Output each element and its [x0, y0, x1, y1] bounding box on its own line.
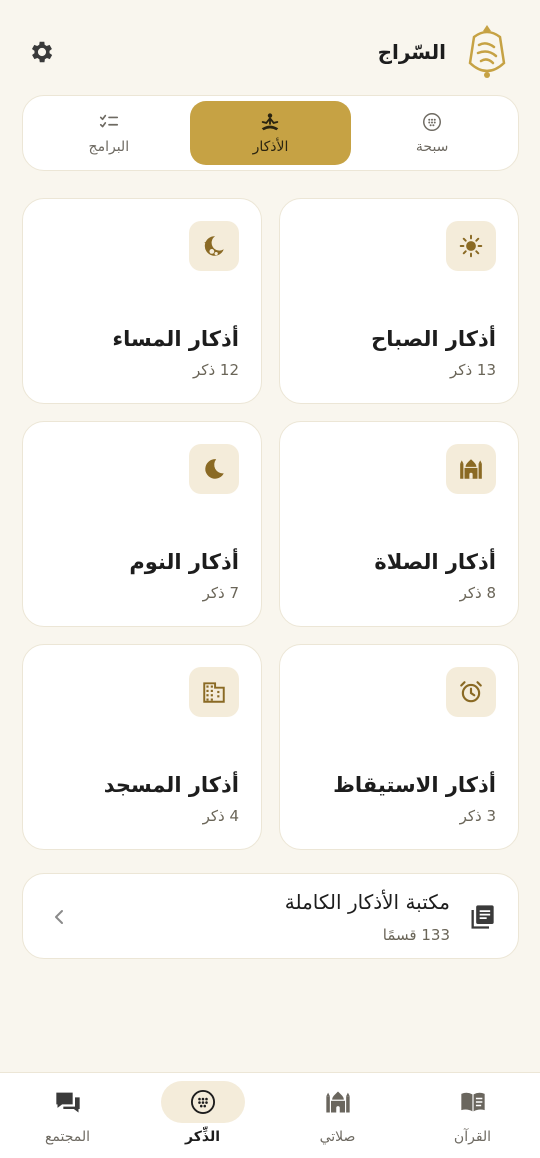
nav-label: صلاتي: [319, 1129, 356, 1145]
card-count: 3 ذكر: [459, 807, 496, 825]
library-icon: [471, 905, 494, 929]
chevron-left-icon: [55, 910, 63, 924]
tab-programs[interactable]: البرامج: [28, 101, 190, 165]
card-morning-adhkar[interactable]: أذكار الصباح 13 ذكر: [279, 198, 519, 404]
nav-pill: [160, 1081, 245, 1123]
card-count: 8 ذكر: [459, 584, 496, 602]
library-card[interactable]: مكتبة الأذكار الكاملة 133 قسمًا: [22, 873, 519, 959]
tab-tasbih-label: سبحة: [415, 139, 449, 155]
card-count: 7 ذكر: [202, 584, 239, 602]
tasbih-icon: [190, 1089, 215, 1115]
card-icon-box: [446, 221, 496, 271]
tab-programs-label: البرامج: [88, 139, 130, 155]
mosque-icon: [460, 459, 482, 479]
building-icon: [203, 682, 225, 703]
nav-label: المجتمع: [44, 1129, 91, 1145]
card-icon-box: [189, 221, 239, 271]
nav-community[interactable]: المجتمع: [0, 1073, 135, 1158]
card-sleep-adhkar[interactable]: أذكار النوم 7 ذكر: [22, 421, 262, 627]
nav-my-prayer[interactable]: صلاتي: [270, 1073, 405, 1158]
sun-icon: [459, 234, 483, 258]
moon-stars-icon: [204, 236, 224, 256]
nav-pill: [296, 1081, 380, 1123]
tab-adhkar[interactable]: الأذكار: [189, 101, 352, 165]
card-mosque-adhkar[interactable]: أذكار المسجد 4 ذكر: [22, 644, 262, 850]
card-icon-box: [189, 667, 239, 717]
alarm-icon: [460, 681, 482, 703]
settings-button[interactable]: [26, 36, 58, 68]
nav-pill: [26, 1081, 110, 1123]
card-title: أذكار الصلاة: [374, 550, 496, 574]
lantern-logo-icon: [468, 25, 506, 78]
nav-quran[interactable]: القرآن: [405, 1073, 540, 1158]
meditation-icon: [262, 113, 279, 131]
nav-pill: [431, 1081, 515, 1123]
card-title: أذكار الصباح: [371, 327, 496, 351]
checklist-icon: [99, 114, 118, 128]
adhkar-grid: أذكار الصباح 13 ذكر أذكار المساء 12 ذكر …: [22, 198, 519, 850]
bottom-navigation: القرآن صلاتي الذِّكر المجتمع: [0, 1072, 540, 1158]
quran-icon: [460, 1092, 485, 1112]
nav-label: الذِّكر: [185, 1129, 220, 1145]
card-count: 4 ذكر: [202, 807, 239, 825]
card-evening-adhkar[interactable]: أذكار المساء 12 ذكر: [22, 198, 262, 404]
gear-icon: [31, 41, 53, 63]
nav-label: القرآن: [453, 1129, 492, 1145]
tasbih-icon: [423, 113, 442, 131]
card-icon-box: [446, 667, 496, 717]
card-title: أذكار النوم: [129, 550, 239, 574]
segmented-tabs: سبحة الأذكار البرامج: [22, 95, 519, 171]
card-title: أذكار المسجد: [103, 773, 239, 797]
card-title: أذكار المساء: [112, 327, 239, 351]
tab-tasbih[interactable]: سبحة: [351, 101, 513, 165]
app-title: السّراج: [377, 40, 446, 64]
nav-dhikr[interactable]: الذِّكر: [135, 1073, 270, 1158]
crescent-icon: [205, 459, 224, 479]
card-icon-box: [446, 444, 496, 494]
card-title: أذكار الاستيقاظ: [333, 773, 496, 797]
tab-adhkar-label: الأذكار: [252, 139, 289, 155]
card-count: 13 ذكر: [450, 361, 496, 379]
card-waking-adhkar[interactable]: أذكار الاستيقاظ 3 ذكر: [279, 644, 519, 850]
mosque-icon: [325, 1091, 350, 1113]
brand: السّراج: [378, 20, 510, 84]
library-title: مكتبة الأذكار الكاملة: [284, 890, 450, 914]
card-icon-box: [189, 444, 239, 494]
card-prayer-adhkar[interactable]: أذكار الصلاة 8 ذكر: [279, 421, 519, 627]
library-count: 133 قسمًا: [382, 926, 450, 944]
card-count: 12 ذكر: [193, 361, 239, 379]
app-header: السّراج: [0, 0, 540, 100]
chat-icon: [55, 1092, 80, 1113]
